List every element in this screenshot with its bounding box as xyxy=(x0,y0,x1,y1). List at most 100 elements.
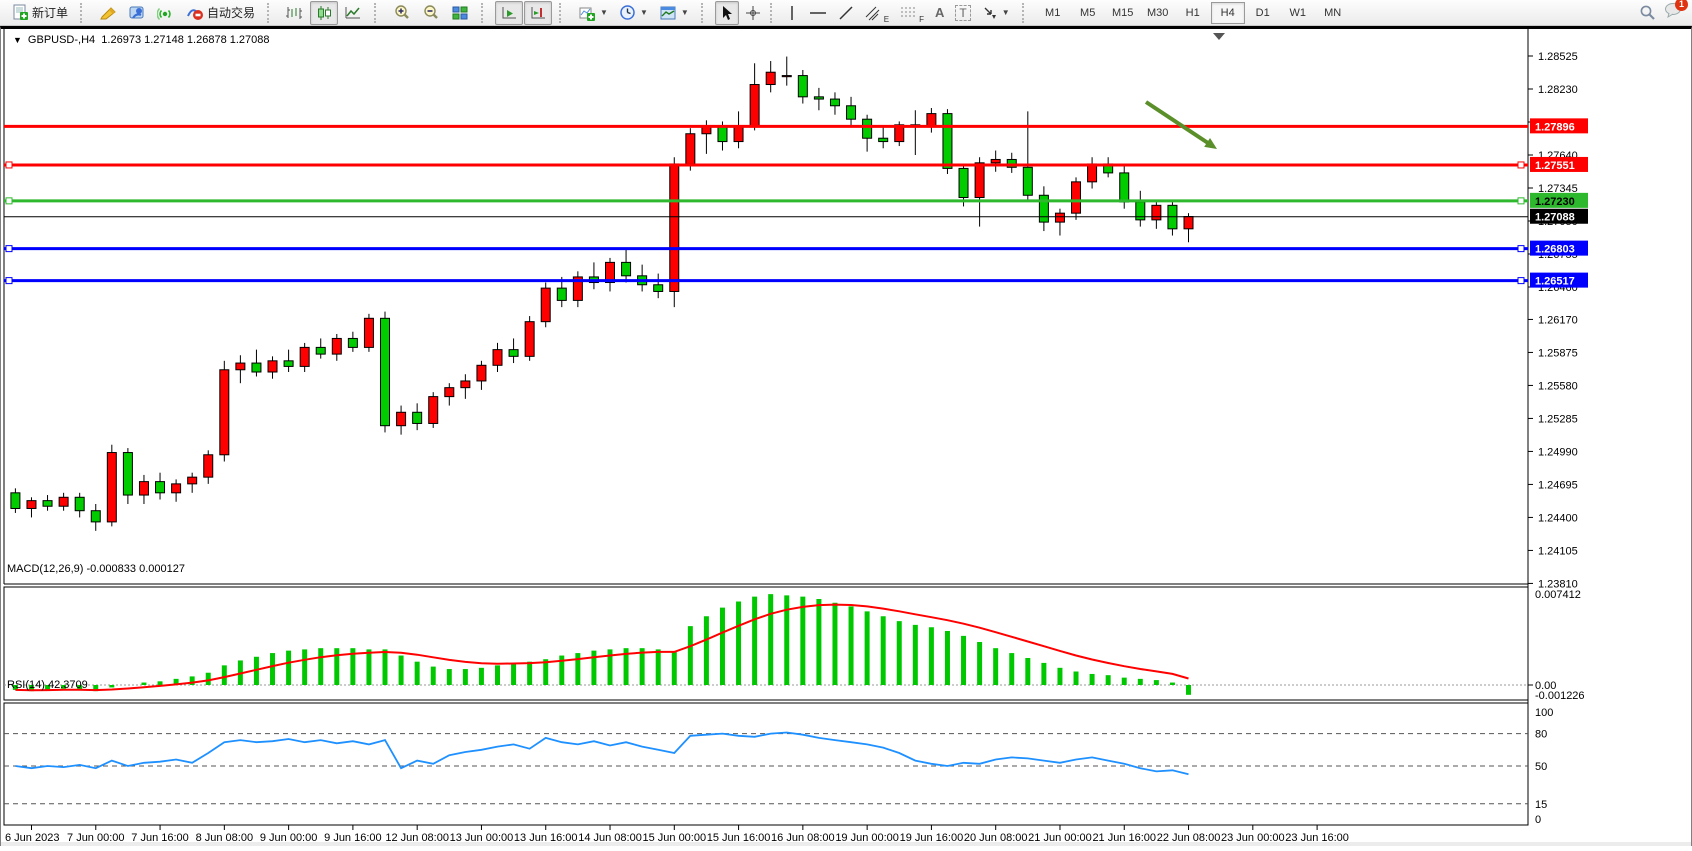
trendline-tool-button[interactable] xyxy=(833,1,859,25)
toolbar: 新订单 自动交易 xyxy=(0,0,1692,26)
candle-body xyxy=(316,347,325,354)
macd-axis-label: -0.001226 xyxy=(1535,690,1585,702)
price-axis-label: 1.24695 xyxy=(1538,479,1578,491)
search-icon[interactable] xyxy=(1639,4,1656,21)
periods-button[interactable]: ▼ xyxy=(614,1,653,25)
time-axis-label: 15 Jun 00:00 xyxy=(642,832,706,844)
notification-badge: 1 xyxy=(1675,0,1688,11)
template-icon xyxy=(659,5,677,21)
candle-body xyxy=(1152,205,1161,220)
indicators-icon xyxy=(578,5,596,21)
arrows-tool-button[interactable]: ▼ xyxy=(977,1,1015,25)
chart-shift-button[interactable] xyxy=(524,1,552,25)
time-axis-label: 23 Jun 00:00 xyxy=(1221,832,1285,844)
price-tag-label: 1.27551 xyxy=(1535,160,1575,172)
chart-collapse-icon[interactable]: ▼ xyxy=(13,35,22,45)
autotrading-label: 自动交易 xyxy=(207,4,255,21)
crosshair-tool-button[interactable] xyxy=(740,1,766,25)
signals-button[interactable] xyxy=(152,1,180,25)
tf-h1-button[interactable]: H1 xyxy=(1176,2,1210,24)
autotrading-button[interactable]: 自动交易 xyxy=(181,1,260,25)
text-label-tool-button[interactable]: T xyxy=(950,1,975,25)
text-tool-button[interactable]: A xyxy=(930,1,949,25)
chart-title-symbol: GBPUSD-,H4 xyxy=(28,34,95,46)
hline-anchor xyxy=(1518,278,1524,284)
price-axis-label: 1.28230 xyxy=(1538,84,1578,96)
candle-body xyxy=(847,106,856,119)
line-chart-type-button[interactable] xyxy=(339,1,367,25)
time-axis-label: 6 Jun 2023 xyxy=(5,832,59,844)
time-axis-label: 13 Jun 00:00 xyxy=(450,832,514,844)
tf-m30-button[interactable]: M30 xyxy=(1141,2,1175,24)
zoom-out-button[interactable] xyxy=(417,1,445,25)
candle-body xyxy=(1120,173,1129,202)
periods-caret-icon: ▼ xyxy=(640,8,648,17)
candle-body xyxy=(252,363,261,372)
candle-body xyxy=(1072,182,1081,213)
candlestick-icon xyxy=(315,5,333,21)
vertical-line-tool-button[interactable] xyxy=(781,1,803,25)
data-window-button[interactable] xyxy=(123,1,151,25)
bar-chart-type-button[interactable] xyxy=(281,1,309,25)
tf-m1-button[interactable]: M1 xyxy=(1036,2,1070,24)
tile-windows-button[interactable] xyxy=(446,1,474,25)
candle-body xyxy=(863,119,872,138)
arrows-caret-icon: ▼ xyxy=(1002,8,1010,17)
zoom-in-icon xyxy=(393,4,411,21)
tf-h4-button[interactable]: H4 xyxy=(1211,2,1245,24)
auto-scroll-button[interactable] xyxy=(495,1,523,25)
new-order-button[interactable]: 新订单 xyxy=(7,1,73,25)
toolbar-separator xyxy=(770,3,777,23)
clock-icon xyxy=(619,4,636,21)
candle-body xyxy=(397,412,406,425)
toolbar-separator xyxy=(559,3,566,23)
metaeditor-button[interactable] xyxy=(94,1,122,25)
horizontal-lines[interactable]: 1.278961.275511.272301.270881.268031.265… xyxy=(4,118,1588,287)
cursor-icon xyxy=(720,5,734,21)
tf-d1-button[interactable]: D1 xyxy=(1246,2,1280,24)
candle-body xyxy=(830,99,839,106)
channel-icon xyxy=(865,5,883,21)
horizontal-line-icon xyxy=(809,5,827,21)
fibonacci-tool-button[interactable]: F xyxy=(895,1,929,25)
fibonacci-tool-letter: F xyxy=(919,15,924,24)
notifications-button[interactable]: 1 xyxy=(1664,2,1682,23)
cursor-tool-button[interactable] xyxy=(715,1,739,25)
time-axis-label: 21 Jun 16:00 xyxy=(1092,832,1156,844)
signal-icon xyxy=(157,5,175,21)
templates-button[interactable]: ▼ xyxy=(654,1,694,25)
horizontal-line-tool-button[interactable] xyxy=(804,1,832,25)
autotrading-icon xyxy=(186,5,204,21)
tf-w1-button[interactable]: W1 xyxy=(1281,2,1315,24)
tf-mn-button[interactable]: MN xyxy=(1316,2,1350,24)
new-order-icon xyxy=(12,4,29,21)
candlestick-chart-type-button[interactable] xyxy=(310,1,338,25)
candle-body xyxy=(27,501,36,509)
time-axis[interactable]: 6 Jun 20237 Jun 00:007 Jun 16:008 Jun 08… xyxy=(5,825,1349,844)
candle-body xyxy=(991,159,1000,162)
candle-body xyxy=(686,134,695,164)
candle-body xyxy=(477,365,486,381)
crayon-icon xyxy=(99,5,117,21)
zoom-in-button[interactable] xyxy=(388,1,416,25)
tf-m5-button[interactable]: M5 xyxy=(1071,2,1105,24)
candle-body xyxy=(798,76,807,97)
time-axis-label: 12 Jun 08:00 xyxy=(385,832,449,844)
time-axis-label: 14 Jun 08:00 xyxy=(578,832,642,844)
text-tool-letter: A xyxy=(935,5,944,20)
chart-canvas[interactable]: 6 Jun 20237 Jun 00:007 Jun 16:008 Jun 08… xyxy=(1,29,1691,846)
candle-body xyxy=(429,397,438,424)
chart-shift-marker[interactable] xyxy=(1213,33,1225,40)
price-axis-label: 1.25285 xyxy=(1538,413,1578,425)
indicators-button[interactable]: ▼ xyxy=(573,1,613,25)
rsi-axis-label: 15 xyxy=(1535,799,1547,811)
candle-body xyxy=(1088,164,1097,182)
candle-body xyxy=(461,381,470,388)
time-axis-label: 7 Jun 16:00 xyxy=(131,832,189,844)
candle-body xyxy=(734,126,743,142)
price-tag-label: 1.27088 xyxy=(1535,212,1575,224)
tf-m15-button[interactable]: M15 xyxy=(1106,2,1140,24)
candle-body xyxy=(172,484,181,493)
channel-tool-button[interactable]: E xyxy=(860,1,894,25)
candle-body xyxy=(413,412,422,423)
